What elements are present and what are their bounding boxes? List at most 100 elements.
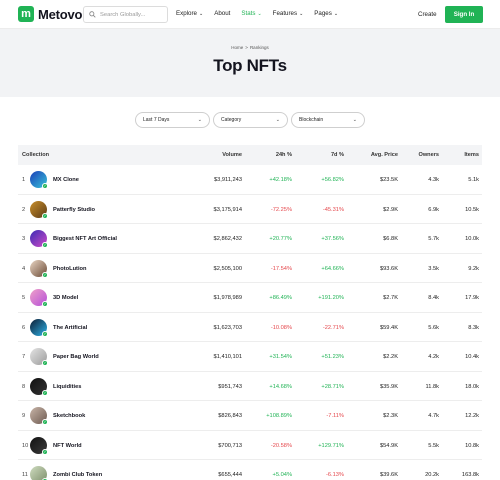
collection-name[interactable]: MX Clone (53, 177, 79, 183)
cell-volume: $3,911,243 (213, 177, 242, 183)
nav-pages-label: Pages (314, 10, 332, 17)
cell-c24: +86.49% (269, 295, 292, 301)
blockchain-filter[interactable]: Blockchain ⌄ (291, 112, 365, 128)
cell-items: 10.4k (465, 354, 479, 360)
verified-check-icon: ✓ (42, 419, 48, 425)
cell-owners: 5.6k (428, 324, 439, 331)
nav-stats[interactable]: Stats ⌄ (241, 10, 261, 17)
cell-c7: +28.71% (321, 383, 344, 390)
cell-volume: $3,175,914 (213, 206, 242, 213)
table-row[interactable]: 1 ✓ MX Clone $3,911,243 +42.18% +56.82% $23.5K… (18, 165, 482, 195)
cell-avg: $23.5K (379, 177, 398, 183)
collection-name[interactable]: Biggest NFT Art Official (53, 236, 117, 242)
cell-avg: $54.9K (379, 442, 398, 449)
blockchain-label: Blockchain (299, 117, 324, 123)
table-row[interactable]: 5 ✓ 3D Model $1,978,989 +86.49% +191.20% $2.7K… (18, 283, 482, 313)
cell-owners: 5.7k (428, 236, 439, 242)
cell-items: 5.1k (468, 177, 479, 183)
cell-c24: +31.54% (269, 354, 292, 360)
chevron-down-icon: ⌄ (299, 10, 304, 17)
cell-items: 8.3k (468, 324, 479, 331)
row-rank: 3 (22, 236, 26, 242)
column-owners[interactable]: Owners (411, 152, 439, 158)
cell-owners: 4.7k (428, 413, 439, 419)
table-row[interactable]: 9 ✓ Sketchbook $826,843 +108.89% -7.11% $2.3K 4… (18, 401, 482, 431)
column-24h[interactable]: 24h % (264, 152, 292, 158)
cell-c24: +108.89% (266, 413, 292, 419)
table-header: Collection Volume 24h % 7d % Avg. Price … (18, 145, 482, 165)
collection-name[interactable]: The Artificial (53, 325, 87, 331)
row-rank: 6 (22, 324, 26, 331)
collection-name[interactable]: 3D Model (53, 295, 78, 301)
time-range-filter[interactable]: Last 7 Days ⌄ (135, 112, 210, 128)
breadcrumb-current: Rankings (249, 45, 269, 50)
column-volume[interactable]: Volume (210, 152, 242, 158)
cell-avg: $2.9K (383, 206, 398, 213)
search-box[interactable] (83, 6, 168, 23)
collection-name[interactable]: Liquidities (53, 384, 81, 390)
table-row[interactable]: 10 ✓ NFT World $700,713 -20.58% +129.71% $54.9… (18, 431, 482, 460)
search-input[interactable] (100, 11, 165, 18)
collection-name[interactable]: Zombi Club Token (53, 472, 102, 478)
category-filter[interactable]: Category ⌄ (213, 112, 288, 128)
row-rank: 11 (22, 472, 28, 478)
brand-logo[interactable]: m Metovo (18, 6, 83, 22)
cell-owners: 3.5k (428, 265, 439, 272)
nav-explore-label: Explore (176, 10, 197, 17)
cell-c7: +64.66% (321, 265, 344, 272)
verified-check-icon: ✓ (42, 212, 48, 219)
cell-avg: $2.2K (383, 354, 398, 360)
collection-name[interactable]: Patterfly Studio (53, 207, 95, 213)
cell-c7: -22.71% (322, 324, 344, 331)
cell-items: 9.2k (468, 265, 479, 272)
cell-items: 10.5k (465, 206, 479, 213)
category-label: Category (221, 117, 242, 123)
cell-c24: -20.58% (270, 442, 292, 449)
table-row[interactable]: 11✓Zombi Club Token$655,444+5.04%-6.13%$… (18, 460, 482, 480)
cell-volume: $1,410,101 (213, 354, 242, 360)
cell-owners: 4.2k (428, 354, 439, 360)
collection-name[interactable]: NFT World (53, 443, 82, 449)
collection-name[interactable]: Sketchbook (53, 413, 85, 419)
table-row[interactable]: 4 ✓ PhotoLution $2,505,100 -17.54% +64.66% $93… (18, 254, 482, 283)
collection-name[interactable]: PhotoLution (53, 266, 86, 272)
cell-items: 17.9k (465, 295, 479, 301)
cell-volume: $655,444 (218, 472, 242, 478)
brand-name: Metovo (38, 6, 83, 22)
cell-c7: -45.31% (322, 206, 344, 213)
table-row[interactable]: 2 ✓ Patterfly Studio $3,175,914 -72.25% -45.3… (18, 195, 482, 224)
chevron-down-icon: ⌄ (352, 117, 357, 123)
verified-check-icon: ✓ (42, 271, 48, 278)
cell-owners: 8.4k (428, 295, 439, 301)
cell-c24: -72.25% (270, 206, 292, 213)
cell-volume: $2,862,432 (213, 236, 242, 242)
nav-about[interactable]: About (214, 10, 230, 17)
page-hero: Home > Rankings Top NFTs (0, 29, 500, 97)
sign-in-button[interactable]: Sign In (445, 6, 483, 23)
table-row[interactable]: 3 ✓ Biggest NFT Art Official $2,862,432 +20.… (18, 224, 482, 254)
cell-avg: $2.7K (383, 295, 398, 301)
column-7d[interactable]: 7d % (316, 152, 344, 158)
row-rank: 4 (22, 265, 26, 272)
breadcrumb-home[interactable]: Home (231, 45, 243, 50)
top-navigation-bar: m Metovo Explore⌄ About Stats⌄ Features⌄… (0, 0, 500, 29)
cell-c24: +14.68% (269, 383, 292, 390)
nav-explore[interactable]: Explore ⌄ (176, 10, 203, 17)
table-row[interactable]: 8 ✓ Liquidities $951,743 +14.68% +28.71% $35.9… (18, 372, 482, 401)
cell-avg: $35.9K (379, 383, 398, 390)
collection-name[interactable]: Paper Bag World (53, 354, 99, 360)
column-collection[interactable]: Collection (22, 152, 49, 158)
table-row[interactable]: 7 ✓ Paper Bag World $1,410,101 +31.54% +51.23… (18, 342, 482, 372)
column-items[interactable]: Items (454, 152, 479, 158)
chevron-down-icon: ⌄ (333, 10, 339, 17)
verified-check-icon: ✓ (42, 242, 48, 248)
column-avg-price[interactable]: Avg. Price (358, 152, 398, 158)
table-row[interactable]: 6 ✓ The Artificial $1,623,703 -10.08% -22.71%… (18, 313, 482, 342)
nav-pages[interactable]: Pages ⌄ (314, 10, 338, 17)
cell-owners: 6.9k (428, 206, 439, 213)
create-button[interactable]: Create (418, 11, 437, 18)
nav-stats-label: Stats (241, 10, 256, 17)
page-title: Top NFTs (213, 56, 287, 75)
verified-check-icon: ✓ (42, 360, 48, 366)
nav-features[interactable]: Features ⌄ (273, 10, 304, 17)
